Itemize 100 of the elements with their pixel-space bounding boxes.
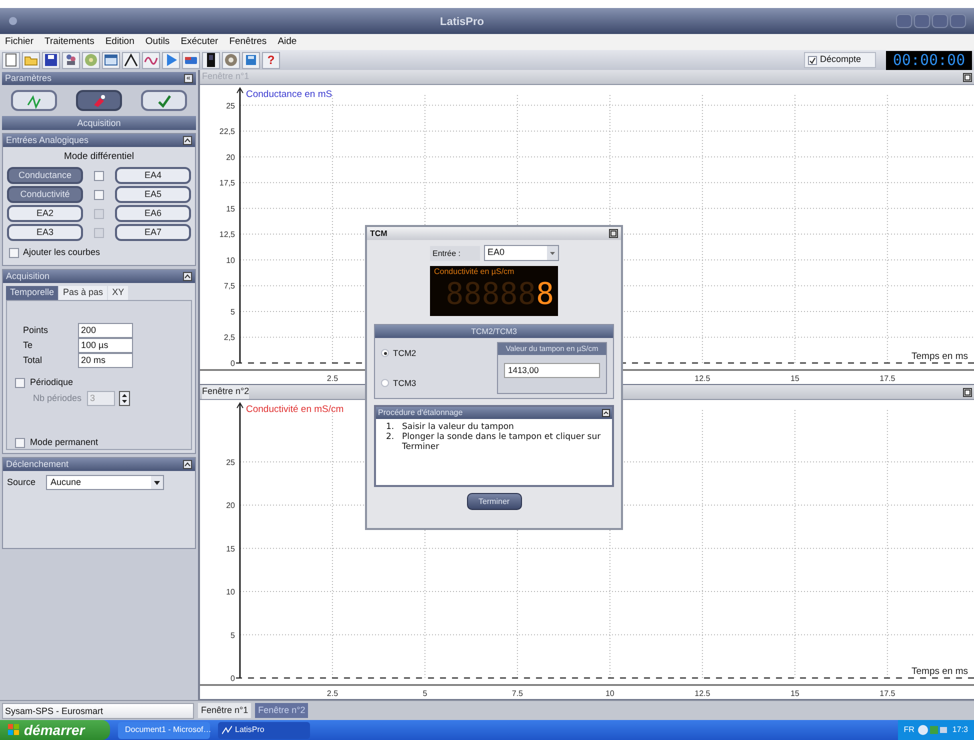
window-tab[interactable]: Fenêtre n°1 bbox=[198, 703, 252, 718]
tick-label: 2,5 bbox=[224, 333, 235, 342]
tool-button[interactable] bbox=[202, 52, 220, 68]
tab[interactable]: XY bbox=[108, 286, 128, 300]
tick-label: 20 bbox=[226, 501, 235, 510]
step-text: Plonger la sonde dans le tampon et cliquer sur Terminer bbox=[402, 432, 602, 452]
tick-label: 2.5 bbox=[326, 689, 338, 698]
tick-label: 5 bbox=[230, 630, 235, 640]
tick-label: 12,5 bbox=[219, 230, 235, 240]
y-axis-label: Conductivité en mS/cm bbox=[246, 404, 344, 415]
panel-title: Déclenchement bbox=[6, 458, 69, 470]
checkbox[interactable] bbox=[15, 438, 25, 448]
taskbar-button[interactable]: Document1 - Microsof… bbox=[118, 722, 210, 738]
restore-icon[interactable] bbox=[963, 72, 972, 82]
tool-button[interactable] bbox=[122, 52, 140, 68]
input-field[interactable]: 100 µs bbox=[78, 338, 133, 353]
field-label: Source bbox=[7, 476, 36, 488]
tab[interactable]: Pas à pas bbox=[59, 286, 108, 300]
wave-icon bbox=[26, 92, 42, 108]
radio-option[interactable]: TCM2 bbox=[381, 346, 497, 360]
tick-label: 7,5 bbox=[224, 282, 235, 291]
tick-label: 12.5 bbox=[694, 689, 710, 698]
step-text: Saisir la valeur du tampon bbox=[402, 422, 514, 432]
input-channel-button[interactable]: EA7 bbox=[115, 224, 191, 242]
disc-icon bbox=[83, 52, 99, 68]
checkbox[interactable] bbox=[94, 190, 104, 200]
curve-icon bbox=[222, 725, 232, 735]
checkbox[interactable] bbox=[9, 248, 19, 258]
field-label: Te bbox=[23, 338, 34, 352]
input-field[interactable]: 1413,00 bbox=[504, 363, 600, 378]
finish-button[interactable]: Terminer bbox=[466, 493, 522, 510]
tick-label: 15 bbox=[790, 374, 800, 383]
device-status: Sysam-SPS - Eurosmart bbox=[2, 702, 194, 718]
start-button[interactable]: démarrer bbox=[0, 720, 110, 740]
step-number: 1. bbox=[386, 422, 396, 432]
restore-icon[interactable] bbox=[609, 229, 618, 238]
tick-label: 25 bbox=[226, 458, 235, 467]
spinner-icon[interactable] bbox=[119, 391, 130, 406]
input-field[interactable]: 200 bbox=[78, 322, 133, 338]
checkbox-label: Ajouter les courbes bbox=[23, 246, 100, 260]
radio-option[interactable]: TCM3 bbox=[381, 376, 497, 390]
tab[interactable]: Temporelle bbox=[6, 286, 58, 300]
panel-title: Acquisition bbox=[6, 270, 50, 283]
collapse-icon[interactable] bbox=[602, 409, 610, 417]
tick-label: 17,5 bbox=[219, 178, 235, 188]
collapse-button[interactable] bbox=[183, 136, 192, 145]
field-label: Total bbox=[23, 354, 44, 366]
input-channel-button[interactable]: EA3 bbox=[7, 224, 83, 242]
collapse-button[interactable] bbox=[183, 460, 192, 469]
input-channel-button[interactable]: EA2 bbox=[7, 205, 83, 222]
tick-label: 17.5 bbox=[880, 374, 896, 383]
input-dropdown[interactable]: EA0 bbox=[484, 245, 558, 261]
x-axis-label: Temps en ms bbox=[912, 666, 968, 677]
window-icon bbox=[103, 52, 119, 68]
tool-button[interactable] bbox=[42, 52, 60, 68]
tick-label: 5 bbox=[422, 689, 428, 698]
source-dropdown[interactable]: Aucune bbox=[46, 474, 164, 490]
checkbox-label: Mode permanent bbox=[30, 436, 98, 450]
tick-label: 25 bbox=[226, 101, 235, 110]
input-channel-button[interactable]: EA6 bbox=[115, 205, 191, 222]
checkbox[interactable] bbox=[15, 378, 25, 388]
menu-item[interactable]: Fichier bbox=[4, 34, 35, 50]
tick-label: 0 bbox=[230, 359, 235, 368]
clock: 17:3 bbox=[952, 724, 968, 736]
menu-item[interactable]: Aide bbox=[276, 34, 298, 50]
input-field[interactable]: 20 ms bbox=[78, 352, 133, 368]
help-button[interactable]: ? bbox=[262, 52, 280, 68]
input-channel-button[interactable]: Conductance bbox=[7, 167, 83, 184]
app-icon bbox=[8, 16, 18, 26]
input-channel-button[interactable]: EA4 bbox=[115, 167, 191, 184]
floppy-icon bbox=[243, 52, 259, 68]
checkbox[interactable] bbox=[94, 170, 104, 181]
tick-label: 17.5 bbox=[880, 689, 896, 698]
mode-label: Mode différentiel bbox=[62, 150, 136, 164]
tick-label: 5 bbox=[230, 307, 235, 316]
mode-button[interactable] bbox=[140, 90, 187, 111]
tick-label: 20 bbox=[226, 152, 235, 162]
mode-button[interactable] bbox=[76, 90, 122, 111]
input-channel-button[interactable]: EA5 bbox=[115, 186, 191, 204]
chart-window-title: Fenêtre n°2 bbox=[202, 385, 250, 399]
countdown-checkbox[interactable]: Décompte bbox=[804, 52, 876, 68]
taskbar-button[interactable]: LatisPro bbox=[218, 722, 310, 738]
menu-item[interactable]: Edition bbox=[104, 34, 136, 50]
save-icon bbox=[43, 52, 59, 68]
panel-title: Entrées Analogiques bbox=[6, 134, 89, 147]
mode-button[interactable] bbox=[11, 90, 58, 111]
tick-label: 10 bbox=[605, 689, 614, 698]
input-channel-button[interactable]: Conductivité bbox=[7, 186, 83, 204]
x-axis-label: Temps en ms bbox=[912, 351, 968, 362]
collapse-button[interactable] bbox=[183, 272, 192, 281]
menu-item[interactable]: Fenêtres bbox=[228, 34, 268, 50]
y-axis-label: Conductance en mS bbox=[246, 89, 332, 100]
tick-label: 10 bbox=[226, 588, 235, 597]
menu-item[interactable]: Exécuter bbox=[180, 34, 220, 50]
panel-title: Procédure d'étalonnage bbox=[378, 407, 463, 419]
tick-label: 15 bbox=[226, 544, 235, 554]
menu-item[interactable]: Outils bbox=[144, 34, 171, 50]
restore-icon[interactable] bbox=[963, 388, 972, 396]
timer-display: 00:00:00 bbox=[886, 50, 972, 70]
menu-item[interactable]: Traitements bbox=[44, 34, 96, 50]
